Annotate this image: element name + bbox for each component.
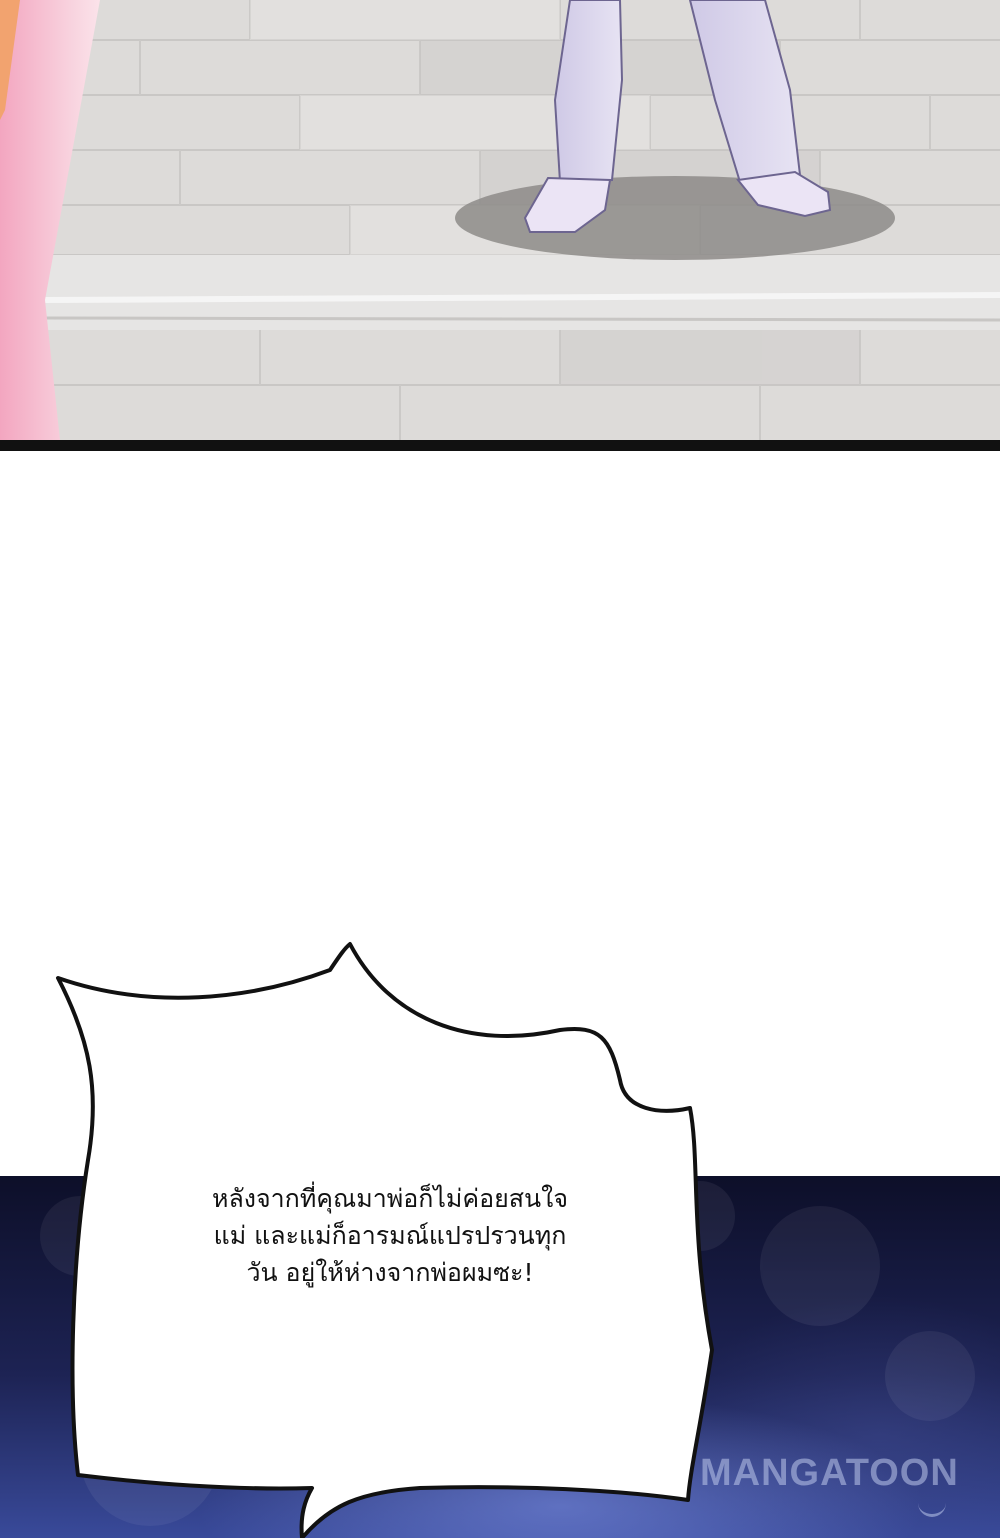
- speech-line-2: แม่ และแม่ก็อารมณ์แปรปรวนทุก: [213, 1221, 567, 1250]
- panel-divider: [0, 440, 1000, 451]
- speech-line-3: วัน อยู่ให้ห่างจากพ่อผมซะ!: [246, 1258, 534, 1287]
- mangatoon-watermark: MANGATOON: [700, 1452, 959, 1494]
- speech-line-1: หลังจากที่คุณมาพ่อก็ไม่ค่อยสนใจ: [211, 1184, 569, 1213]
- floor-illustration: [0, 0, 1000, 440]
- speech-bubble-text: หลังจากที่คุณมาพ่อก็ไม่ค่อยสนใจ แม่ และแ…: [110, 1180, 670, 1291]
- floor-panel: [0, 0, 1000, 440]
